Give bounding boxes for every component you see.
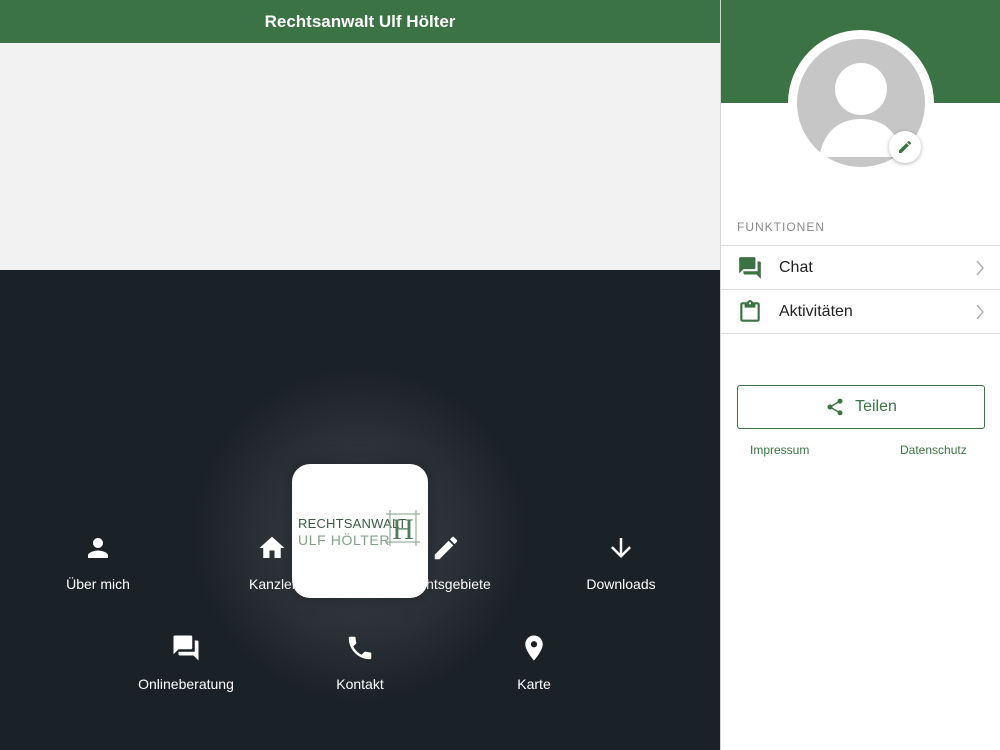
logo-text-line2: ULF HÖLTER [298, 532, 391, 548]
nav-item-ueber-mich[interactable]: Über mich [28, 533, 168, 592]
banner-area [0, 43, 720, 270]
logo-mark-icon: H [386, 510, 420, 546]
nav-item-label: Downloads [586, 576, 656, 592]
download-arrow-icon [611, 538, 631, 558]
nav-item-downloads[interactable]: Downloads [551, 533, 691, 592]
chat-bubbles-icon [173, 635, 199, 661]
nav-item-onlineberatung[interactable]: Onlineberatung [116, 633, 256, 692]
edit-avatar-button[interactable] [889, 131, 921, 163]
person-icon [88, 538, 108, 558]
side-drawer: FUNKTIONEN Chat Aktivitäten Teilen Impre… [720, 0, 1000, 750]
sidebar-item-aktivitaeten[interactable]: Aktivitäten [721, 289, 1000, 333]
sidebar-item-label: Aktivitäten [779, 302, 853, 320]
share-button[interactable]: Teilen [737, 385, 985, 429]
impressum-link[interactable]: Impressum [750, 443, 809, 457]
main-panel: Rechtsanwalt Ulf Hölter Über mich Kanzle… [0, 0, 720, 750]
nav-item-label: Kontakt [336, 676, 384, 692]
phone-icon [348, 636, 372, 660]
nav-item-kontakt[interactable]: Kontakt [290, 633, 430, 692]
clipboard-icon [740, 299, 760, 322]
nav-item-label: Onlineberatung [138, 676, 234, 692]
chevron-right-icon [976, 260, 984, 276]
share-icon [827, 398, 843, 416]
divider [721, 333, 1000, 334]
datenschutz-link[interactable]: Datenschutz [900, 443, 967, 457]
chevron-right-icon [976, 304, 984, 320]
sidebar-item-chat[interactable]: Chat [721, 245, 1000, 289]
nav-item-label: Karte [517, 676, 551, 692]
home-icon [259, 536, 285, 558]
top-app-bar: Rechtsanwalt Ulf Hölter [0, 0, 720, 43]
chat-bubbles-icon [739, 256, 761, 279]
map-pin-icon [525, 635, 543, 661]
app-title: Rechtsanwalt Ulf Hölter [264, 11, 456, 31]
nav-item-karte[interactable]: Karte [464, 633, 604, 692]
sidebar-item-label: Chat [779, 258, 813, 276]
app-logo: RECHTSANWALT ULF HÖLTER H [292, 464, 428, 598]
svg-text:H: H [392, 513, 414, 546]
pencil-icon [434, 536, 458, 560]
pencil-icon [899, 140, 912, 153]
share-button-label: Teilen [855, 398, 897, 415]
section-title-funktionen: FUNKTIONEN [737, 220, 825, 234]
nav-item-label: Über mich [66, 576, 130, 592]
